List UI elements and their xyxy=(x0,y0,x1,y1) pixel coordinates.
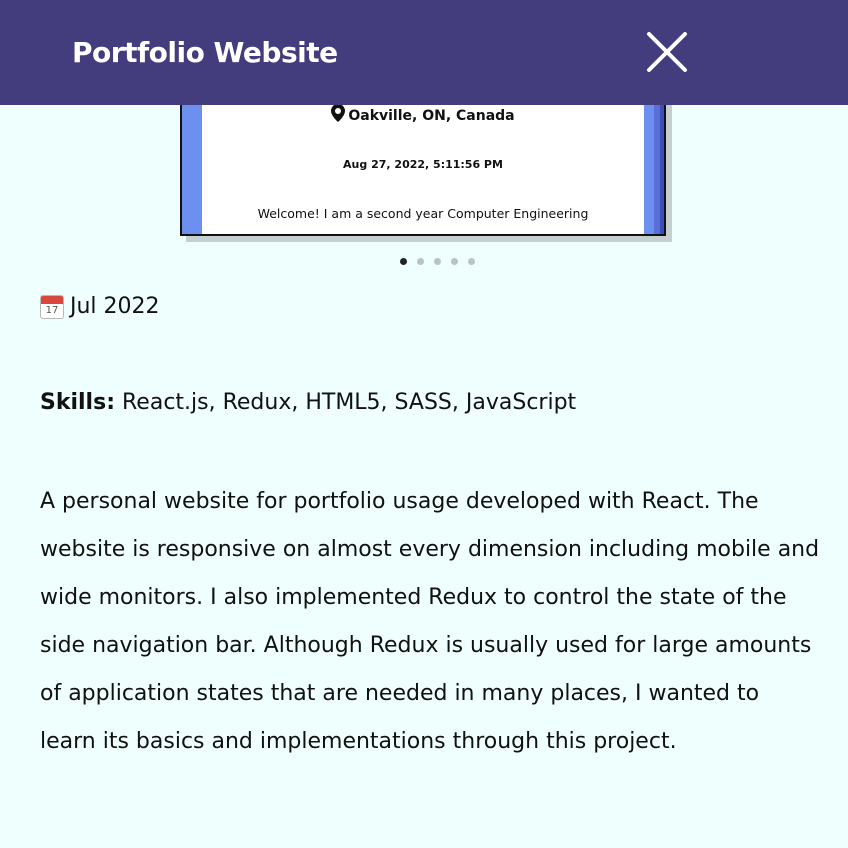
screenshot-welcome: Welcome! I am a second year Computer Eng… xyxy=(257,206,589,221)
skills-label: Skills: xyxy=(40,390,115,415)
screenshot-location: Oakville, ON, Canada xyxy=(182,104,664,124)
carousel-dot-2[interactable] xyxy=(417,258,424,265)
location-pin-icon xyxy=(331,104,346,122)
project-date-text: Jul 2022 xyxy=(70,294,160,319)
carousel-dot-1[interactable] xyxy=(400,258,407,265)
project-date: 17 Jul 2022 xyxy=(40,294,160,319)
modal-title: Portfolio Website xyxy=(72,36,338,69)
carousel-dot-5[interactable] xyxy=(468,258,475,265)
close-icon xyxy=(647,32,687,72)
carousel-dot-3[interactable] xyxy=(434,258,441,265)
screenshot-location-text: Oakville, ON, Canada xyxy=(348,108,515,124)
skills-list: React.js, Redux, HTML5, SASS, JavaScript xyxy=(122,390,577,415)
modal-header: Portfolio Website xyxy=(0,0,848,105)
project-description: A personal website for portfolio usage d… xyxy=(40,489,820,754)
carousel-dot-4[interactable] xyxy=(451,258,458,265)
project-skills: Skills: React.js, Redux, HTML5, SASS, Ja… xyxy=(40,390,576,415)
calendar-icon: 17 xyxy=(40,294,64,319)
carousel-dots xyxy=(400,258,475,266)
close-button[interactable] xyxy=(645,30,689,74)
screenshot-datetime: Aug 27, 2022, 5:11:56 PM xyxy=(343,158,503,171)
